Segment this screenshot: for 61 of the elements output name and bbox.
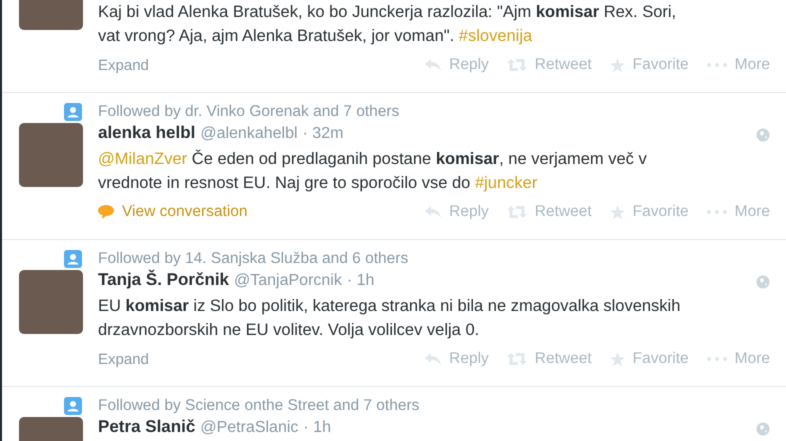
user-name[interactable]: alenka helbl [98, 123, 196, 143]
tweet-time[interactable]: · 32m [302, 125, 344, 143]
user-badge-icon [64, 250, 82, 268]
tweet-text: komisar [126, 297, 189, 315]
globe-icon [756, 422, 770, 436]
action-label[interactable]: More [734, 56, 770, 74]
followed-by-text: Followed by 14. Sanjska Služba and 6 others [98, 250, 408, 268]
action-label[interactable]: Favorite [632, 56, 689, 74]
retweet-icon[interactable] [506, 59, 527, 71]
action-label[interactable]: Favorite [632, 203, 689, 221]
star-icon[interactable] [610, 58, 625, 72]
tweet-text: Če eden od predlaganih postane [190, 150, 432, 168]
retweet-icon[interactable] [506, 353, 527, 365]
user-badge-icon [64, 103, 82, 121]
tweet-text: Kaj bi vlad Alenka Bratušek, ko bo Junckerja razlozila: "Ajm [98, 3, 532, 21]
star-icon[interactable] [610, 204, 625, 220]
reply-icon[interactable] [425, 206, 442, 218]
action-label[interactable]: Favorite [632, 350, 689, 368]
expand-link[interactable]: Expand [98, 350, 149, 368]
star-icon[interactable] [610, 352, 625, 366]
avatar-photo-placeholder[interactable] [19, 270, 83, 334]
action-label[interactable]: Reply [449, 56, 489, 74]
action-label[interactable]: More [734, 350, 770, 368]
tweet-text: komisar [436, 150, 500, 168]
action-label[interactable]: Retweet [534, 350, 592, 368]
reply-icon[interactable] [425, 353, 442, 365]
tweet-text: vat vrong? Aja, ajm Alenka Bratušek, jor voman". [98, 27, 456, 45]
hashtag-link[interactable]: #slovenija [458, 27, 532, 45]
tweet-text: , ne verjamem več v [499, 150, 647, 168]
view-conversation-link[interactable]: View conversation [122, 203, 248, 221]
speech-bubble-icon [98, 205, 114, 219]
action-label[interactable]: Retweet [534, 56, 592, 74]
avatar-photo-placeholder[interactable] [19, 123, 83, 187]
tweet-text: iz Slo bo politik, katerega stranka ni bila ne zmagovalka slovenskih [192, 297, 680, 315]
tweet-text: Rex. Sori, [602, 3, 676, 21]
tweet-text: EU [98, 297, 122, 315]
user-handle[interactable]: @alenkahelbl [200, 125, 298, 143]
globe-icon [756, 128, 770, 142]
reply-icon[interactable] [425, 59, 442, 71]
followed-by-text: Followed by dr. Vinko Gorenak and 7 others [98, 103, 400, 121]
user-handle[interactable]: @TanjaPorcnik [234, 272, 342, 290]
retweet-icon[interactable] [506, 206, 527, 218]
expand-link[interactable]: Expand [98, 56, 149, 74]
action-label[interactable]: Reply [449, 350, 489, 368]
hashtag-link[interactable]: #juncker [474, 174, 538, 192]
action-label[interactable]: Retweet [534, 203, 592, 221]
action-label[interactable]: More [734, 203, 770, 221]
globe-icon [756, 275, 770, 289]
action-label[interactable]: Reply [449, 203, 489, 221]
user-name[interactable]: Tanja Š. Porčnik [98, 270, 230, 290]
tweet-time[interactable]: · 1h [303, 419, 331, 437]
user-name[interactable]: Petra Slanič [98, 417, 196, 437]
tweet-text: drzavnozborskih ne EU volitev. Volja volilcev velja 0. [98, 321, 480, 339]
followed-by-text: Followed by Science onthe Street and 7 others [98, 397, 420, 415]
tweet-text: vrednote in resnost EU. Naj gre to sporočilo vse do [98, 174, 472, 192]
hashtag-link[interactable]: @MilanZver [98, 150, 188, 168]
tweet-time[interactable]: · 1h [346, 272, 374, 290]
user-badge-icon [64, 397, 82, 415]
tweet-text: komisar [536, 3, 600, 21]
avatar-photo-placeholder[interactable] [19, 0, 83, 30]
user-handle[interactable]: @PetraSlanic [200, 419, 298, 437]
